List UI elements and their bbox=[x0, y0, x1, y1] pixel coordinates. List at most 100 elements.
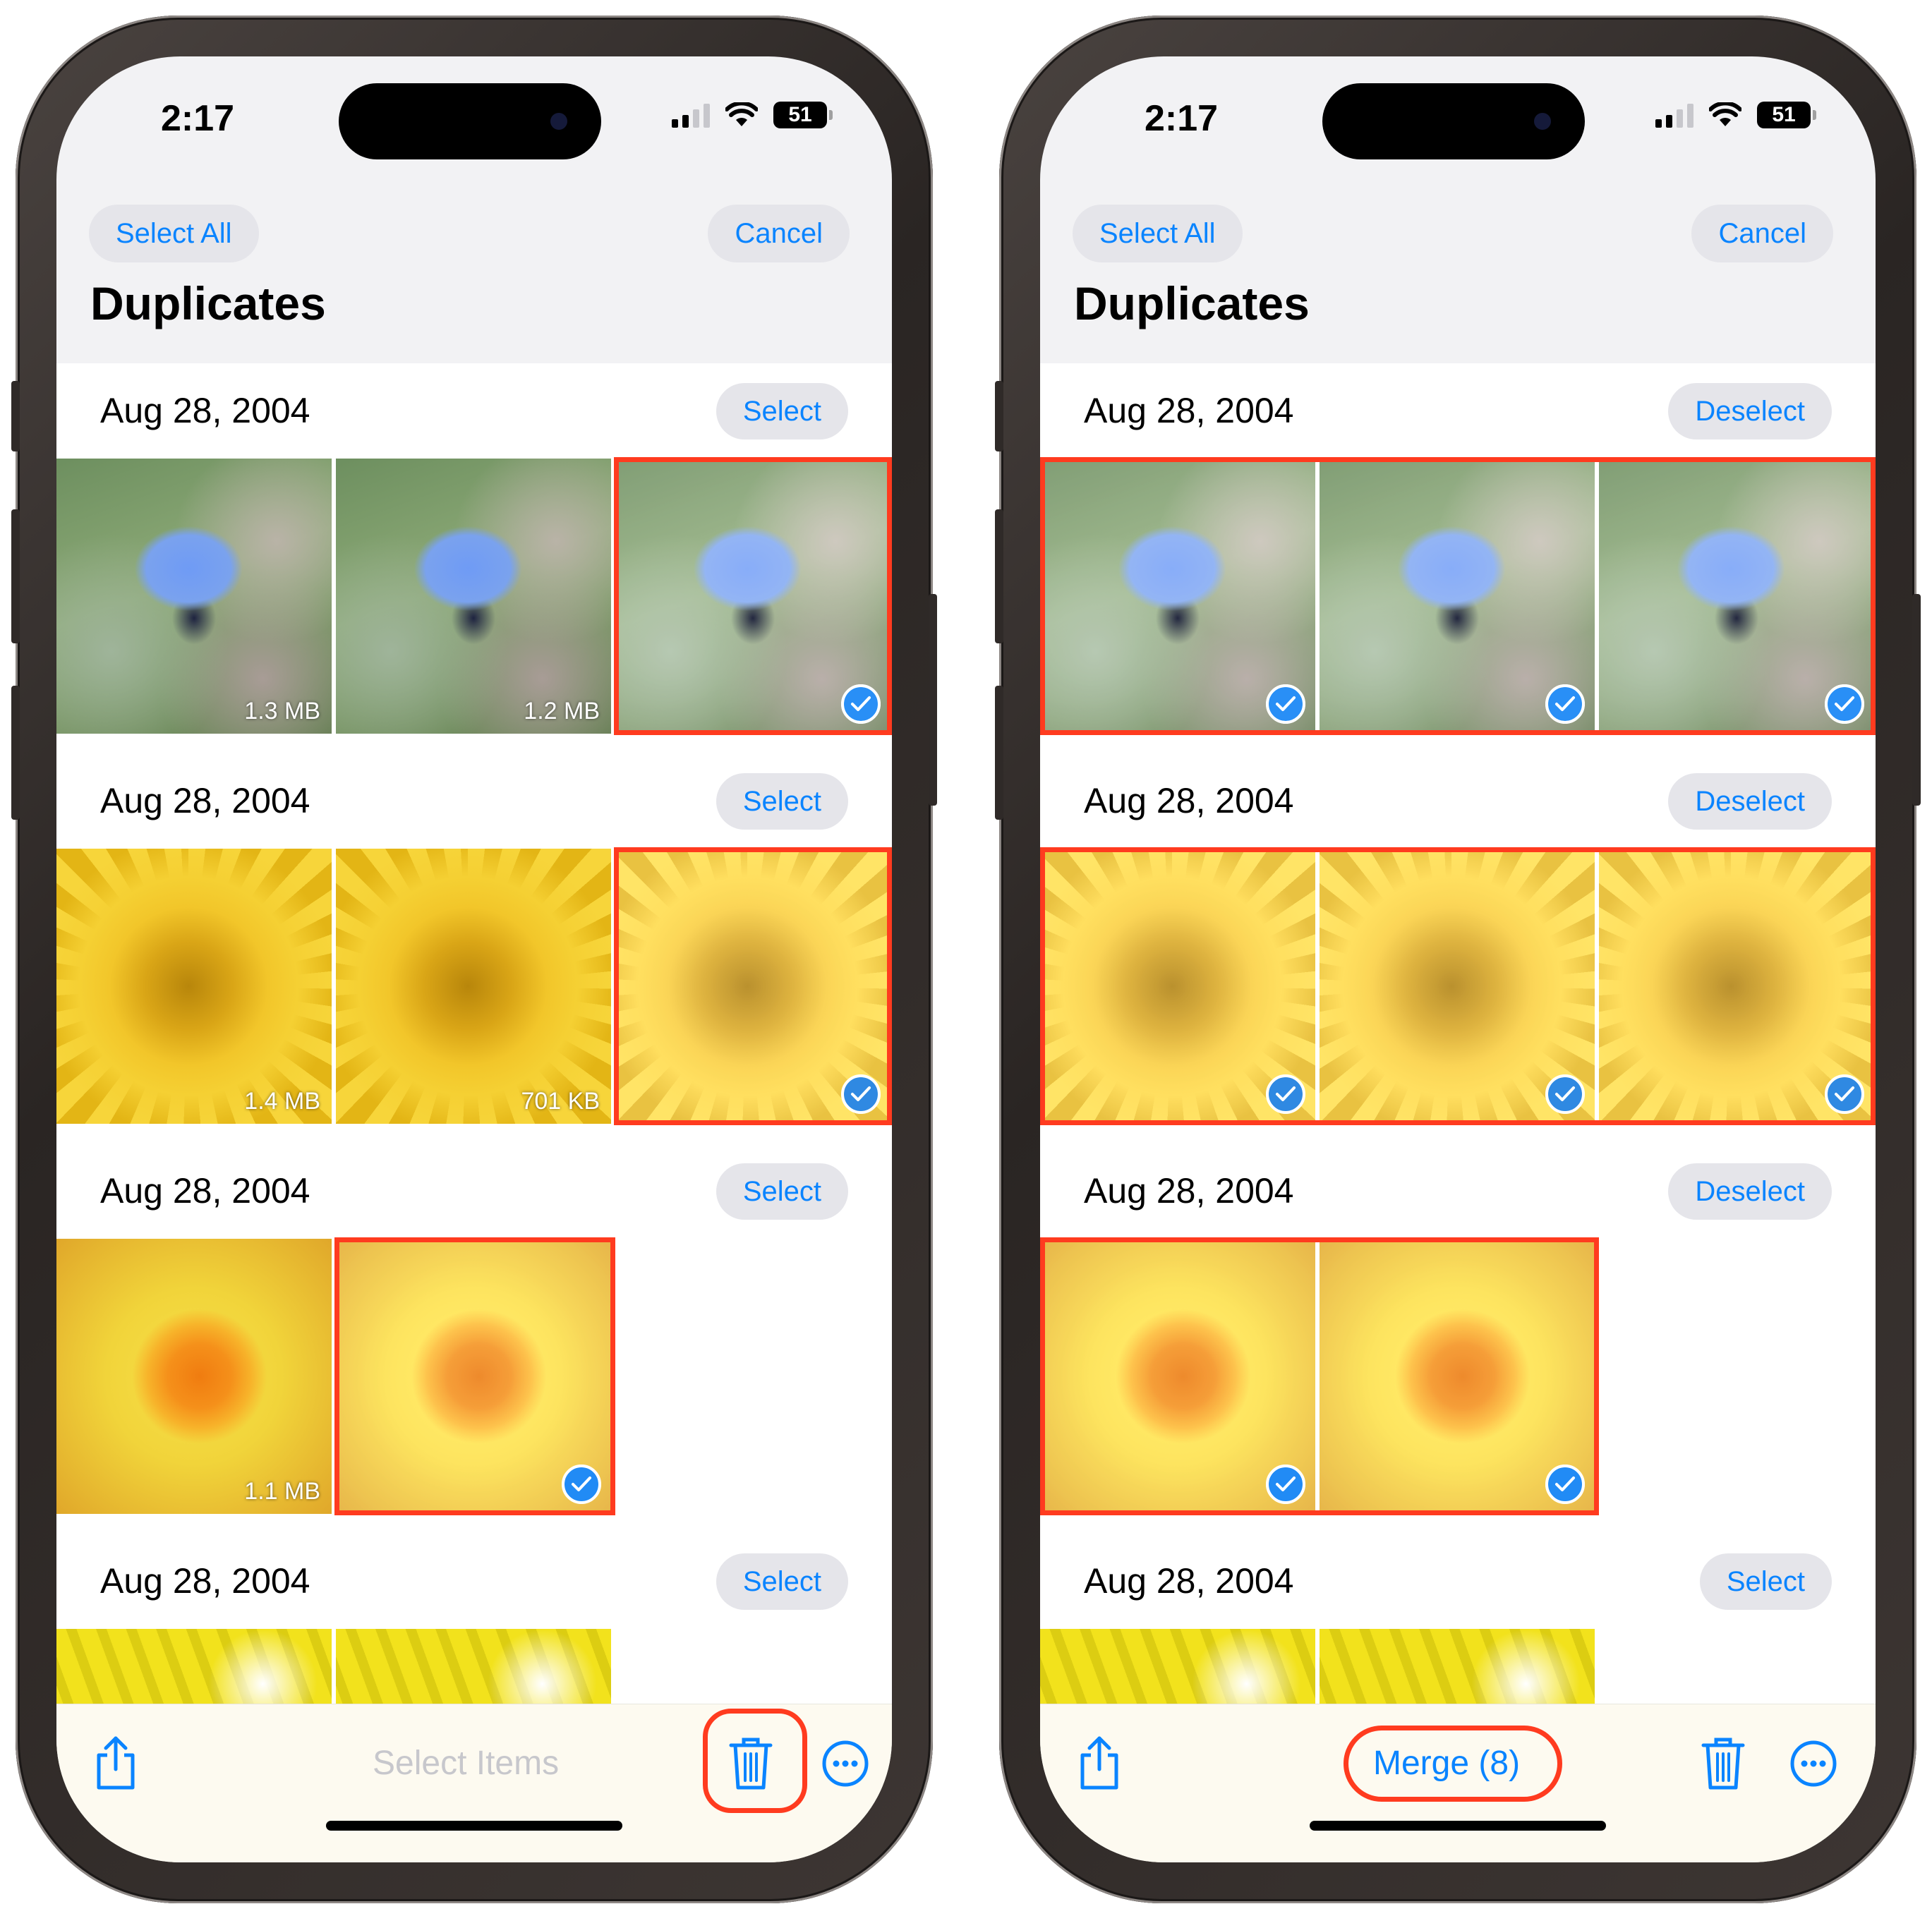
checkmark-icon bbox=[1545, 684, 1585, 724]
checkmark-icon bbox=[841, 684, 881, 724]
photo-thumbnail-selected[interactable] bbox=[1320, 459, 1595, 734]
home-indicator bbox=[326, 1821, 622, 1831]
status-time: 2:17 bbox=[161, 98, 235, 139]
checkmark-icon bbox=[1266, 684, 1305, 724]
power-button bbox=[1912, 594, 1921, 806]
page-title: Duplicates bbox=[1074, 277, 1310, 329]
power-button bbox=[929, 594, 937, 806]
photo-thumbnail-selected[interactable] bbox=[1320, 849, 1595, 1124]
section-header: Aug 28, 2004 Select bbox=[56, 1534, 892, 1629]
screen: 2:17 51 Select All Cancel Duplicates Aug… bbox=[1040, 56, 1876, 1862]
share-icon[interactable] bbox=[93, 1735, 138, 1794]
signal-icon bbox=[1655, 102, 1693, 128]
photo-thumbnail[interactable] bbox=[56, 1629, 332, 1704]
section-select-button[interactable]: Select bbox=[1699, 1553, 1832, 1610]
checkmark-icon bbox=[1266, 1074, 1305, 1114]
photo-thumbnail-selected[interactable] bbox=[1599, 849, 1874, 1124]
photo-thumbnail-selected[interactable] bbox=[1040, 1239, 1315, 1514]
checkmark-icon bbox=[1545, 1074, 1585, 1114]
trash-highlight bbox=[703, 1709, 807, 1813]
section-header: Aug 28, 2004 Select bbox=[56, 753, 892, 849]
section-deselect-button[interactable]: Deselect bbox=[1668, 383, 1832, 439]
status-icons: 51 bbox=[672, 102, 833, 128]
side-button bbox=[11, 381, 20, 451]
section-date: Aug 28, 2004 bbox=[100, 391, 310, 430]
photo-thumbnail-selected[interactable] bbox=[336, 1239, 611, 1514]
side-button bbox=[995, 381, 1003, 451]
cancel-button[interactable]: Cancel bbox=[708, 205, 850, 262]
photo-thumbnail[interactable] bbox=[1040, 1629, 1315, 1704]
file-size: 701 KB bbox=[521, 1088, 600, 1115]
checkmark-icon bbox=[1825, 1074, 1864, 1114]
photo-thumbnail-selected[interactable] bbox=[1040, 459, 1315, 734]
checkmark-icon bbox=[841, 1074, 881, 1114]
file-size: 1.3 MB bbox=[244, 698, 320, 724]
section-select-button[interactable]: Select bbox=[716, 383, 848, 439]
checkmark-icon bbox=[1266, 1465, 1305, 1504]
dynamic-island bbox=[1322, 83, 1585, 159]
checkmark-icon bbox=[562, 1465, 601, 1504]
dynamic-island bbox=[339, 83, 601, 159]
section-select-button[interactable]: Select bbox=[716, 1553, 848, 1610]
cancel-button[interactable]: Cancel bbox=[1691, 205, 1833, 262]
section-date: Aug 28, 2004 bbox=[1084, 1561, 1294, 1601]
more-icon[interactable] bbox=[1789, 1740, 1837, 1791]
section-date: Aug 28, 2004 bbox=[100, 1171, 310, 1211]
section-header: Aug 28, 2004 Select bbox=[56, 363, 892, 459]
wifi-icon bbox=[1709, 102, 1741, 128]
photo-thumbnail-selected[interactable] bbox=[615, 459, 890, 734]
battery-level: 51 bbox=[788, 103, 812, 126]
section-date: Aug 28, 2004 bbox=[100, 781, 310, 820]
section-select-button[interactable]: Select bbox=[716, 773, 848, 830]
checkmark-icon bbox=[1825, 684, 1864, 724]
section-deselect-button[interactable]: Deselect bbox=[1668, 1163, 1832, 1220]
merge-highlight bbox=[1344, 1726, 1562, 1802]
checkmark-icon bbox=[1545, 1465, 1585, 1504]
section-date: Aug 28, 2004 bbox=[100, 1561, 310, 1601]
section-header: Aug 28, 2004 Deselect bbox=[1040, 753, 1876, 849]
section-header: Aug 28, 2004 Deselect bbox=[1040, 363, 1876, 459]
file-size: 1.4 MB bbox=[244, 1088, 320, 1115]
photo-thumbnail-selected[interactable] bbox=[1320, 1239, 1595, 1514]
select-all-button[interactable]: Select All bbox=[1073, 205, 1243, 262]
photo-thumbnail[interactable]: 1.4 MB bbox=[56, 849, 332, 1124]
battery-level: 51 bbox=[1772, 103, 1796, 126]
photo-thumbnail[interactable] bbox=[336, 1629, 611, 1704]
duplicates-list[interactable]: Aug 28, 2004 Deselect Aug 28, 2004 Desel… bbox=[1040, 363, 1876, 1704]
bottom-toolbar: Select Items bbox=[56, 1704, 892, 1862]
section-select-button[interactable]: Select bbox=[716, 1163, 848, 1220]
photo-thumbnail-selected[interactable] bbox=[1599, 459, 1874, 734]
photo-thumbnail[interactable] bbox=[1320, 1629, 1595, 1704]
signal-icon bbox=[672, 102, 710, 128]
status-icons: 51 bbox=[1655, 102, 1816, 128]
photo-thumbnail[interactable]: 1.3 MB bbox=[56, 459, 332, 734]
duplicates-list[interactable]: Aug 28, 2004 Select 1.3 MB 1.2 MB Aug 28… bbox=[56, 363, 892, 1704]
section-deselect-button[interactable]: Deselect bbox=[1668, 773, 1832, 830]
photo-thumbnail[interactable]: 701 KB bbox=[336, 849, 611, 1124]
section-header: Aug 28, 2004 Select bbox=[1040, 1534, 1876, 1629]
status-time: 2:17 bbox=[1145, 98, 1219, 139]
trash-icon[interactable] bbox=[1701, 1735, 1746, 1794]
left-phone: 2:17 51 Select All Cancel Duplicates Aug… bbox=[11, 16, 937, 1903]
file-size: 1.2 MB bbox=[524, 698, 600, 724]
bottom-toolbar: Merge (8) bbox=[1040, 1704, 1876, 1862]
page-title: Duplicates bbox=[90, 277, 326, 329]
photo-thumbnail[interactable]: 1.1 MB bbox=[56, 1239, 332, 1514]
select-all-button[interactable]: Select All bbox=[89, 205, 259, 262]
volume-up-button bbox=[995, 509, 1003, 643]
section-date: Aug 28, 2004 bbox=[1084, 781, 1294, 820]
home-indicator bbox=[1310, 1821, 1606, 1831]
more-icon[interactable] bbox=[821, 1740, 869, 1791]
photo-thumbnail-selected[interactable] bbox=[615, 849, 890, 1124]
section-header: Aug 28, 2004 Deselect bbox=[1040, 1144, 1876, 1239]
section-header: Aug 28, 2004 Select bbox=[56, 1144, 892, 1239]
battery-icon: 51 bbox=[1757, 102, 1816, 128]
share-icon[interactable] bbox=[1077, 1735, 1122, 1794]
volume-down-button bbox=[11, 686, 20, 820]
photo-thumbnail-selected[interactable] bbox=[1040, 849, 1315, 1124]
photo-thumbnail[interactable]: 1.2 MB bbox=[336, 459, 611, 734]
wifi-icon bbox=[725, 102, 758, 128]
file-size: 1.1 MB bbox=[244, 1478, 320, 1505]
volume-up-button bbox=[11, 509, 20, 643]
select-items-label: Select Items bbox=[373, 1745, 560, 1782]
